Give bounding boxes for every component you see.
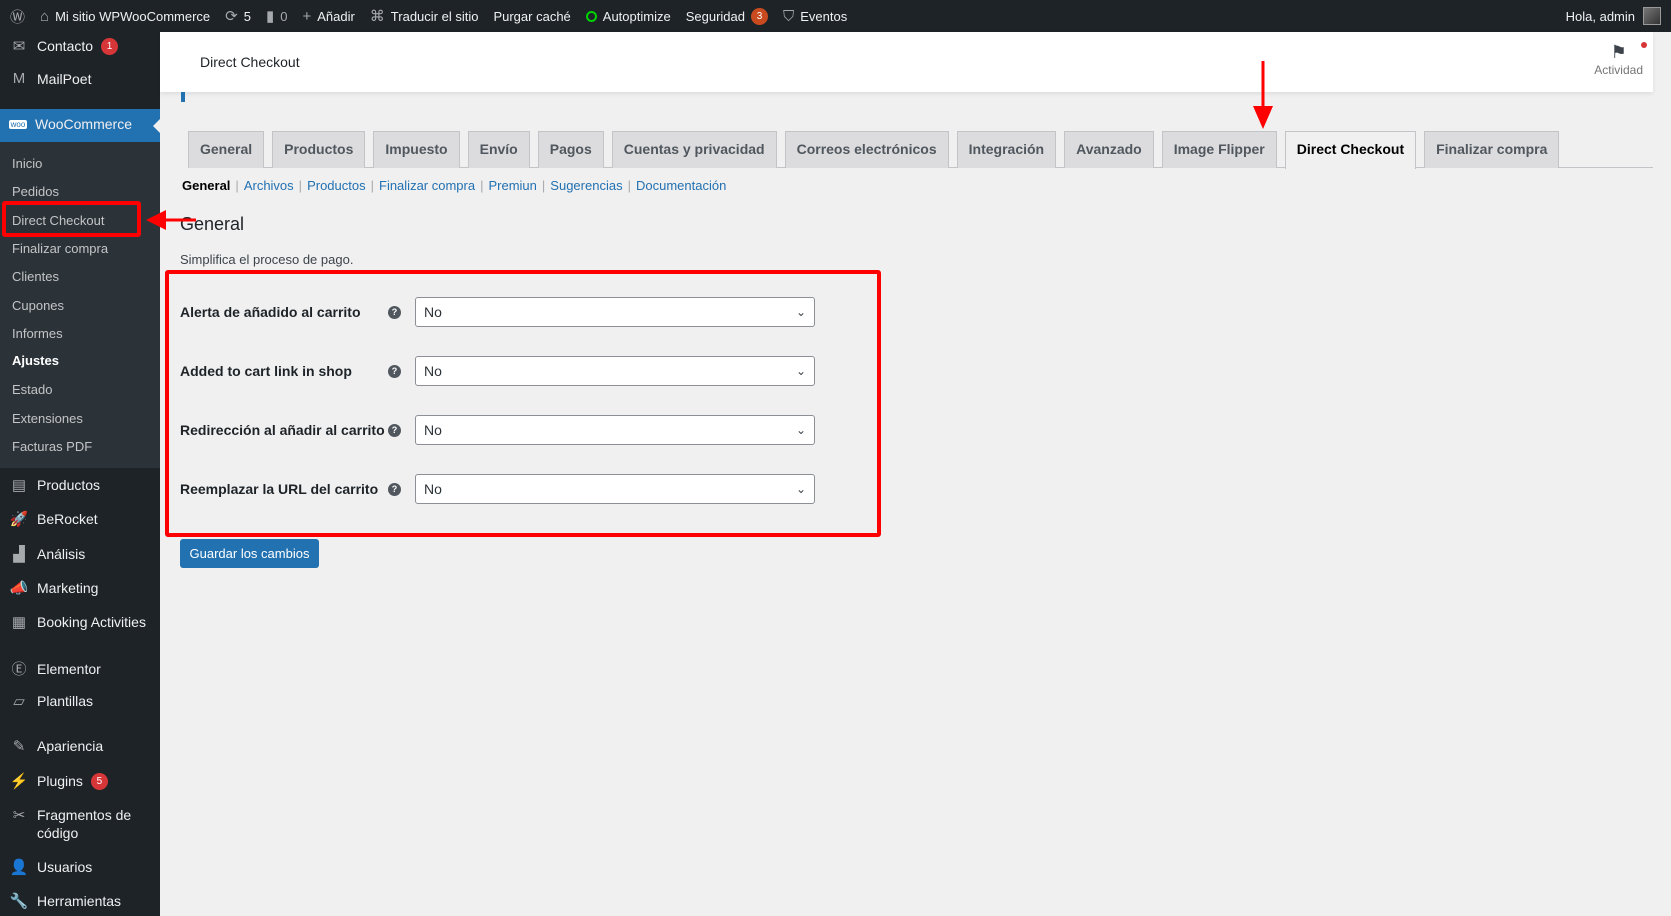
annotation-arrows — [146, 61, 1273, 230]
left-arrow-icon — [146, 210, 196, 230]
down-arrow-icon — [1253, 61, 1273, 129]
